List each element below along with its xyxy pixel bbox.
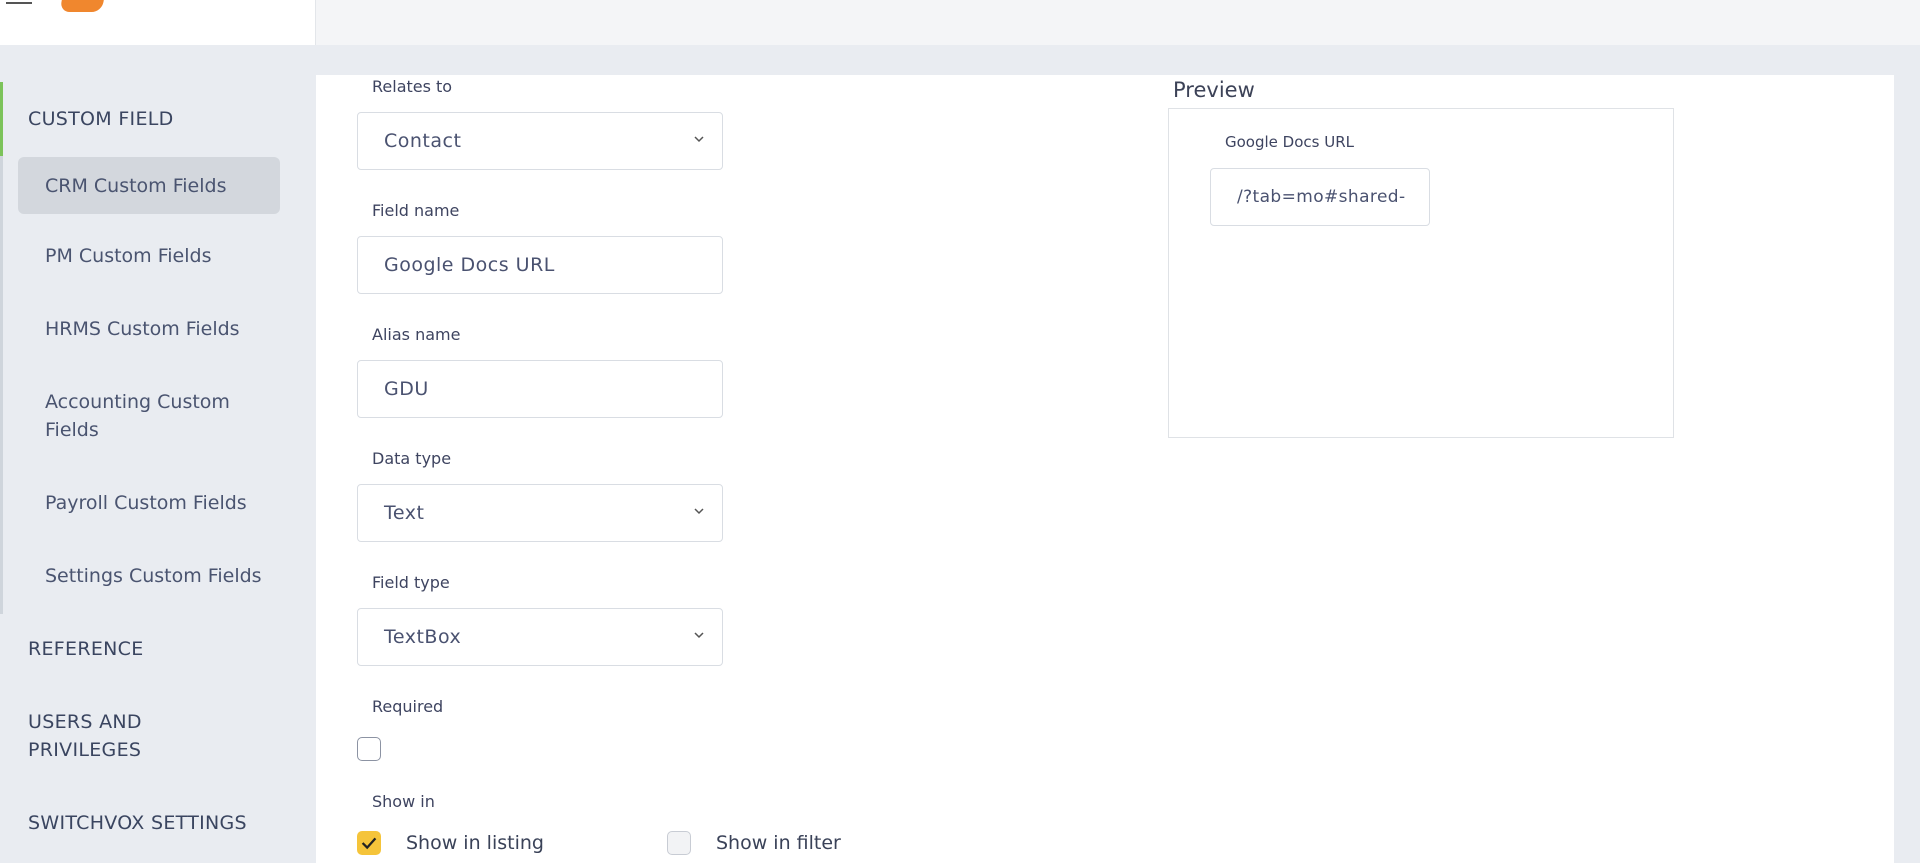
show-in-filter-label: Show in filter [716,832,841,854]
alias-name-input[interactable]: GDU [357,360,723,418]
field-type-label: Field type [372,573,450,592]
show-in-filter-checkbox[interactable] [667,831,691,855]
required-checkbox[interactable] [357,737,381,761]
chevron-down-icon [694,136,704,143]
active-accent-bar [0,82,3,156]
alias-name-value: GDU [384,378,429,400]
field-type-select[interactable]: TextBox [357,608,723,666]
app-logo [59,0,107,12]
sidebar-item-label: CRM Custom Fields [45,174,227,197]
chevron-down-icon [694,508,704,515]
relates-to-label: Relates to [372,77,453,96]
alias-name-label: Alias name [372,325,461,344]
sidebar-item-accounting-custom-fields[interactable]: Accounting Custom Fields [18,388,258,444]
sidebar-section-users-and-privileges[interactable]: USERS AND PRIVILEGES [28,708,228,764]
show-in-label: Show in [372,792,435,811]
checkmark-icon [361,837,377,850]
brand-area [0,0,316,45]
sidebar-item-pm-custom-fields[interactable]: PM Custom Fields [18,242,280,270]
sidebar-item-hrms-custom-fields[interactable]: HRMS Custom Fields [18,315,280,343]
data-type-select[interactable]: Text [357,484,723,542]
top-bar [0,0,1920,45]
field-name-label: Field name [372,201,460,220]
relates-to-value: Contact [384,130,462,152]
show-in-listing-checkbox[interactable] [357,831,381,855]
data-type-value: Text [384,502,425,524]
sidebar-section-reference[interactable]: REFERENCE [28,635,144,663]
preview-field-input[interactable]: /?tab=mo#shared- [1210,168,1430,226]
relates-to-select[interactable]: Contact [357,112,723,170]
sidebar-section-custom-field[interactable]: CUSTOM FIELD [28,105,174,133]
preview-box: Google Docs URL /?tab=mo#shared- [1168,108,1674,438]
sidebar: CUSTOM FIELD CRM Custom Fields PM Custom… [0,45,316,863]
preview-field-label: Google Docs URL [1225,133,1354,151]
sidebar-active-rail [0,82,3,614]
show-in-listing-label: Show in listing [406,832,544,854]
field-type-value: TextBox [384,626,462,648]
chevron-down-icon [694,632,704,639]
sidebar-item-payroll-custom-fields[interactable]: Payroll Custom Fields [18,489,280,517]
required-label: Required [372,697,444,716]
sidebar-section-switchvox-settings[interactable]: SWITCHVOX SETTINGS [28,809,247,837]
data-type-label: Data type [372,449,452,468]
main-panel: Relates to Contact Field name Google Doc… [316,75,1894,863]
sidebar-item-crm-custom-fields[interactable]: CRM Custom Fields [18,157,280,214]
sidebar-item-settings-custom-fields[interactable]: Settings Custom Fields [18,562,280,590]
field-name-input[interactable]: Google Docs URL [357,236,723,294]
preview-field-value: /?tab=mo#shared- [1237,187,1406,207]
hamburger-menu-icon[interactable] [6,0,32,8]
field-name-value: Google Docs URL [384,254,555,276]
preview-title: Preview [1173,78,1255,102]
